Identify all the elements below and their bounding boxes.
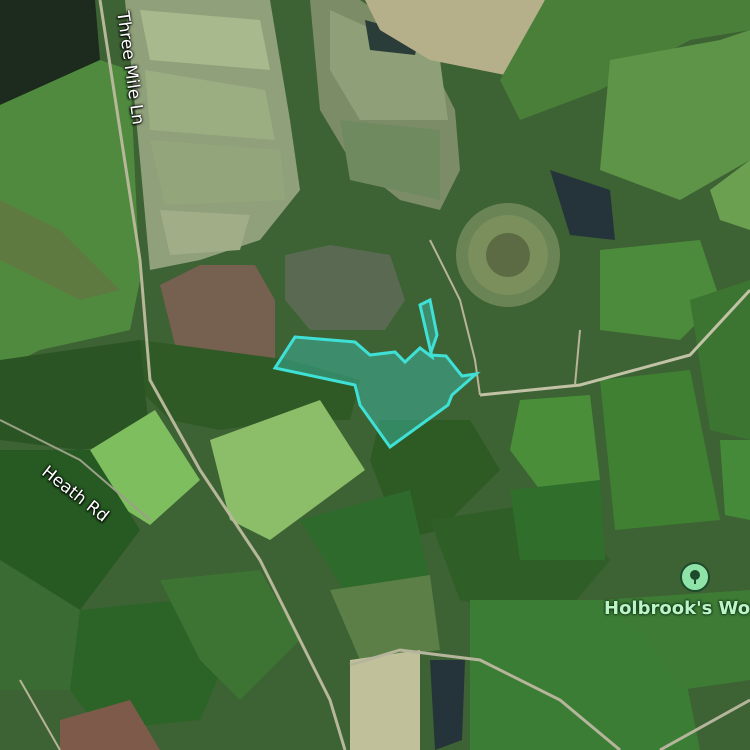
poi-label: Holbrook's Wo xyxy=(604,598,750,619)
poi-marker[interactable]: Holbrook's Wo xyxy=(604,562,750,619)
map-view[interactable]: Three Mile Ln Heath Rd Holbrook's Wo xyxy=(0,0,750,750)
pond-green xyxy=(285,245,405,330)
tree-icon[interactable] xyxy=(680,562,710,592)
satellite-imagery xyxy=(0,0,750,750)
field-pale xyxy=(350,650,420,750)
